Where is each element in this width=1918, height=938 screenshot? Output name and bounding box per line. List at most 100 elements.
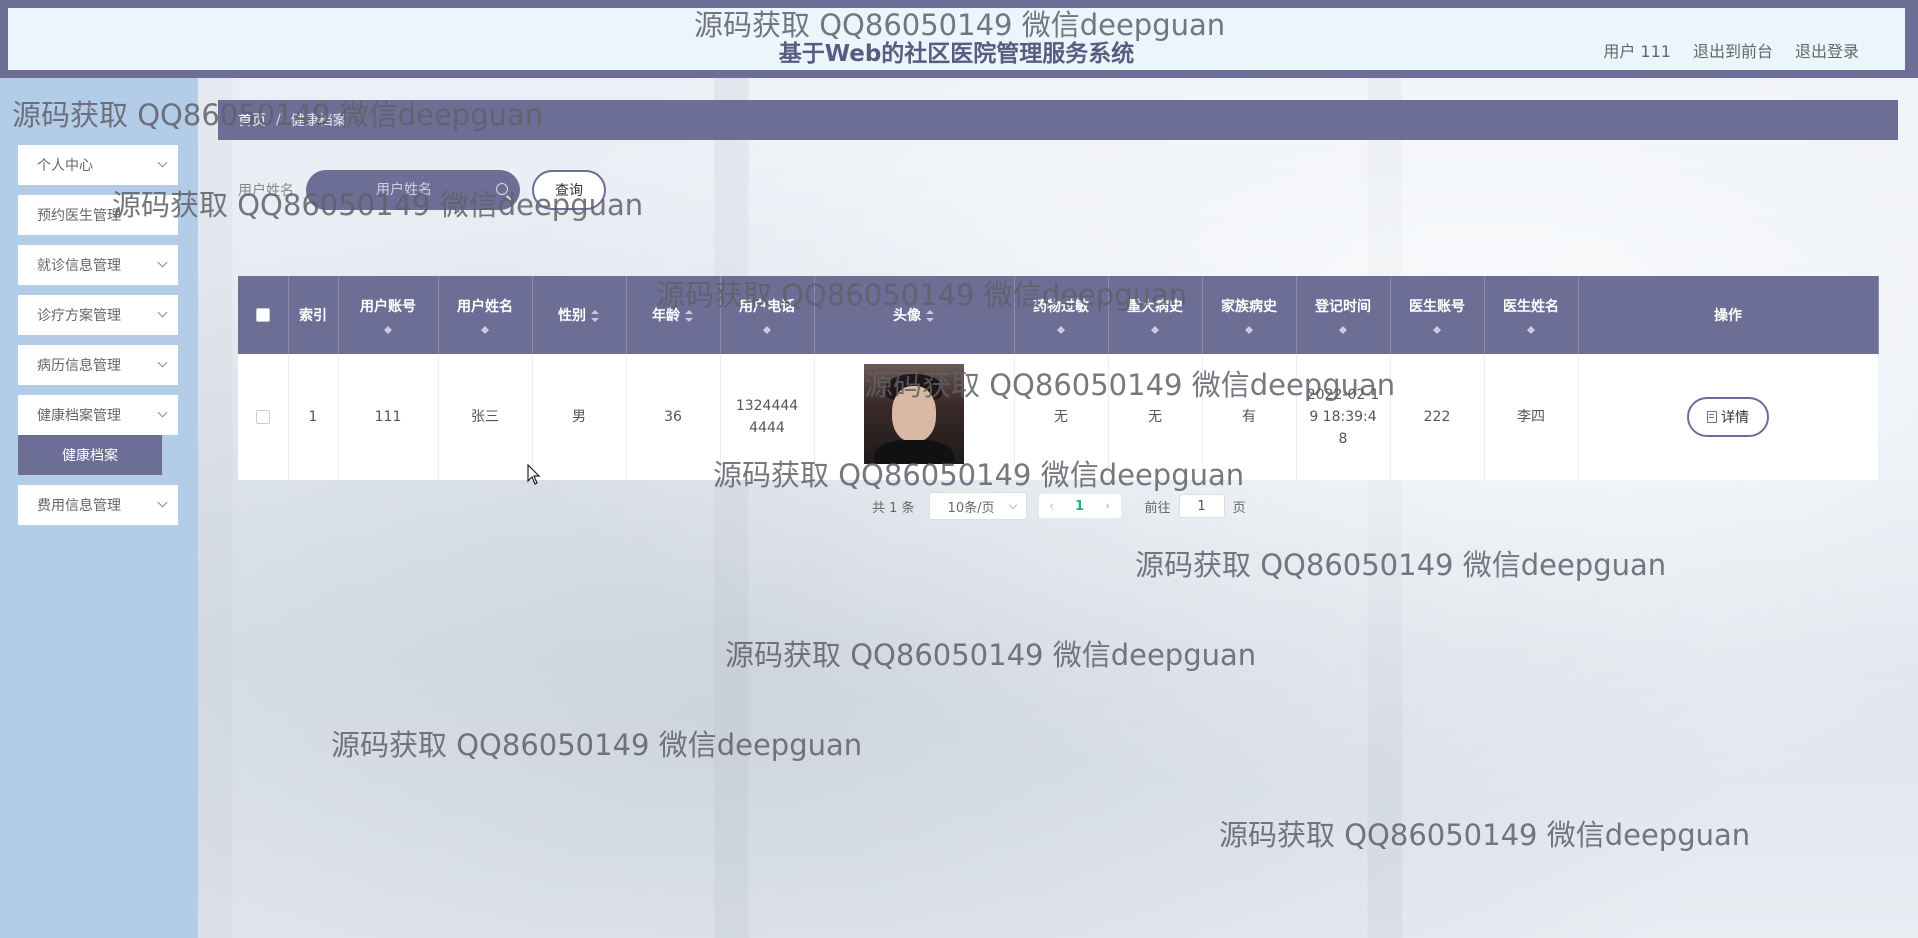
sidebar-item-label: 预约医生管理: [37, 208, 121, 224]
sidebar-item-label: 就诊信息管理: [37, 258, 121, 274]
sort-icon[interactable]: [1056, 322, 1066, 334]
sidebar-subitem-health-record[interactable]: 健康档案: [18, 435, 162, 475]
table-header-row: 索引 用户账号 用户姓名 性别 年龄 用户电话 头像 药物过敏 重大病史 家族病…: [238, 276, 1879, 354]
row-checkbox[interactable]: [255, 410, 270, 424]
header-links: 用户 111 退出到前台 退出登录: [1603, 38, 1859, 62]
sort-icon[interactable]: [762, 322, 772, 334]
cell-family-history: 有: [1202, 354, 1297, 480]
sort-icon[interactable]: [480, 322, 490, 334]
detail-button[interactable]: 详情: [1687, 397, 1769, 437]
search-icon: [496, 183, 508, 195]
search-input[interactable]: [376, 182, 486, 198]
column-header[interactable]: 用户电话: [720, 276, 815, 354]
breadcrumb: 首页 / 健康档案: [218, 100, 1898, 140]
breadcrumb-separator: /: [276, 112, 281, 128]
cell-allergy: 无: [1014, 354, 1109, 480]
goto-suffix: 页: [1232, 500, 1246, 516]
sort-icon[interactable]: [383, 322, 393, 334]
sort-icon[interactable]: [1150, 322, 1160, 334]
exit-to-front-link[interactable]: 退出到前台: [1693, 38, 1773, 62]
sort-icon[interactable]: [684, 310, 694, 322]
pagination: 共 1 条 10条/页 ‹ 1 › 前往 页: [872, 492, 1246, 520]
sidebar-item-fee-info[interactable]: 费用信息管理: [18, 485, 178, 525]
prev-page-icon[interactable]: ‹: [1049, 499, 1054, 514]
sidebar-item-treatment-plan[interactable]: 诊疗方案管理: [18, 295, 178, 335]
column-header[interactable]: 重大病史: [1108, 276, 1203, 354]
goto-label: 前往: [1144, 500, 1171, 516]
sidebar-item-visit-info[interactable]: 就诊信息管理: [18, 245, 178, 285]
cell-index: 1: [288, 354, 339, 480]
cell-phone: 13244444444: [720, 354, 815, 480]
column-header[interactable]: 医生账号: [1390, 276, 1485, 354]
sort-icon[interactable]: [925, 310, 935, 322]
chevron-down-icon: [157, 407, 168, 418]
cell-name: 张三: [438, 354, 533, 480]
sort-icon[interactable]: [1244, 322, 1254, 334]
document-icon: [1707, 411, 1717, 423]
column-header: 操作: [1578, 276, 1879, 354]
cell-account: 111: [338, 354, 439, 480]
sidebar-item-personal-center[interactable]: 个人中心: [18, 145, 178, 185]
page-size-select[interactable]: 10条/页: [928, 492, 1027, 520]
chevron-down-icon: [157, 257, 168, 268]
goto-page-input[interactable]: [1178, 494, 1225, 518]
sidebar-item-label: 病历信息管理: [37, 358, 121, 374]
sort-icon[interactable]: [1432, 322, 1442, 334]
logout-link[interactable]: 退出登录: [1795, 38, 1859, 62]
chevron-down-icon: [157, 157, 168, 168]
sidebar: 个人中心 预约医生管理 就诊信息管理 诊疗方案管理 病历信息管理 健康档案管理 …: [0, 78, 198, 938]
column-header: 索引: [288, 276, 339, 354]
table-row: 1 111 张三 男 36 13244444444 无 无 有 2022-02-…: [238, 354, 1879, 480]
sidebar-item-label: 诊疗方案管理: [37, 308, 121, 324]
column-header[interactable]: 登记时间: [1296, 276, 1391, 354]
chevron-down-icon: [157, 307, 168, 318]
sidebar-item-label: 个人中心: [37, 158, 93, 174]
sort-icon[interactable]: [1526, 322, 1536, 334]
column-header[interactable]: 用户姓名: [438, 276, 533, 354]
sidebar-item-medical-record[interactable]: 病历信息管理: [18, 345, 178, 385]
cell-doctor-account: 222: [1390, 354, 1485, 480]
breadcrumb-current: 健康档案: [290, 113, 347, 129]
page-number[interactable]: 1: [1075, 499, 1084, 514]
next-page-icon[interactable]: ›: [1105, 499, 1110, 514]
cell-doctor-name: 李四: [1484, 354, 1579, 480]
user-link[interactable]: 用户 111: [1603, 38, 1671, 62]
sidebar-item-label: 健康档案管理: [37, 408, 121, 424]
cell-gender: 男: [532, 354, 627, 480]
data-table: 索引 用户账号 用户姓名 性别 年龄 用户电话 头像 药物过敏 重大病史 家族病…: [238, 276, 1879, 480]
page-buttons: ‹ 1 ›: [1038, 494, 1121, 518]
chevron-down-icon: [157, 497, 168, 508]
cell-avatar: [814, 354, 1015, 480]
cell-age: 36: [626, 354, 721, 480]
breadcrumb-home[interactable]: 首页: [238, 110, 266, 130]
query-button[interactable]: 查询: [532, 170, 606, 210]
avatar: [864, 363, 964, 464]
column-header[interactable]: 医生姓名: [1484, 276, 1579, 354]
column-header[interactable]: 药物过敏: [1014, 276, 1109, 354]
cell-actions: 详情: [1578, 354, 1879, 480]
sort-icon[interactable]: [1338, 322, 1348, 334]
column-header[interactable]: 用户账号: [338, 276, 439, 354]
sort-icon[interactable]: [590, 310, 600, 322]
search-bar: 用户姓名 查询: [238, 170, 606, 210]
column-header[interactable]: 家族病史: [1202, 276, 1297, 354]
sidebar-item-appointment[interactable]: 预约医生管理: [18, 195, 178, 235]
sidebar-item-health-record[interactable]: 健康档案管理: [18, 395, 178, 435]
chevron-down-icon: [157, 357, 168, 368]
search-box: [306, 170, 520, 210]
pagination-total: 共 1 条: [872, 500, 915, 516]
cell-register-time: 2022-02-19 18:39:48: [1296, 354, 1391, 480]
select-all-header: [238, 276, 289, 354]
cell-major-history: 无: [1108, 354, 1203, 480]
header: 基于Web的社区医院管理服务系统 用户 111 退出到前台 退出登录: [8, 8, 1905, 70]
column-header[interactable]: 性别: [532, 276, 627, 354]
column-header[interactable]: 年龄: [626, 276, 721, 354]
top-bar: 基于Web的社区医院管理服务系统 用户 111 退出到前台 退出登录: [0, 0, 1918, 78]
column-header[interactable]: 头像: [814, 276, 1015, 354]
row-select-cell: [238, 354, 289, 480]
search-label: 用户姓名: [238, 183, 294, 199]
sidebar-item-label: 费用信息管理: [37, 498, 121, 514]
select-all-checkbox[interactable]: [255, 308, 270, 322]
mouse-cursor-icon: [527, 464, 541, 485]
chevron-down-icon: [1008, 500, 1017, 510]
